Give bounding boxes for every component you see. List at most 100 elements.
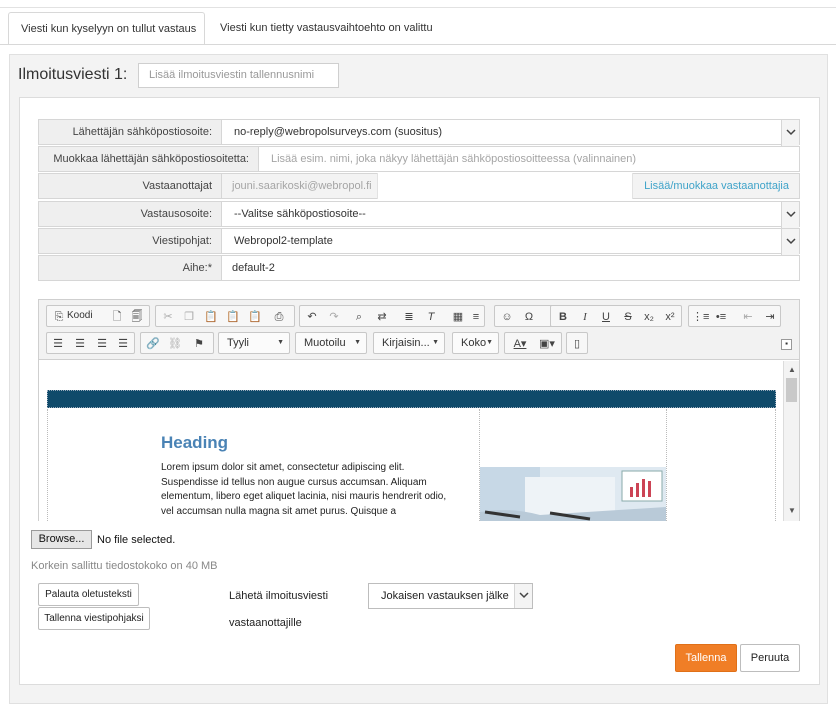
source-icon[interactable]: ⎘: [51, 309, 67, 325]
horizontal-line-icon[interactable]: ≡: [468, 309, 484, 325]
print-icon[interactable]: ⎙: [271, 309, 287, 325]
send-notification-label-2: vastaanottajille: [229, 617, 302, 629]
collapse-toolbar-icon[interactable]: ▪: [781, 339, 792, 350]
redo-icon[interactable]: ↷: [326, 309, 342, 325]
edit-sender-row: Muokkaa lähettäjän sähköpostiosoitetta: …: [38, 146, 800, 172]
edit-sender-label: Muokkaa lähettäjän sähköpostiosoitetta:: [38, 146, 259, 172]
template-select[interactable]: Webropol2-template: [221, 228, 800, 255]
remove-format-icon[interactable]: T: [423, 309, 439, 325]
strikethrough-icon[interactable]: S: [620, 309, 636, 325]
paste-text-icon[interactable]: 📋: [225, 309, 241, 325]
paste-icon[interactable]: 📋: [203, 309, 219, 325]
align-right-icon[interactable]: ☰: [94, 336, 110, 352]
subject-input[interactable]: default-2: [221, 255, 800, 281]
undo-icon[interactable]: ↶: [304, 309, 320, 325]
notification-title: Ilmoitusviesti 1:: [18, 66, 128, 83]
browse-button[interactable]: Browse...: [31, 530, 92, 549]
format-combo[interactable]: Muotoilu ▼: [295, 332, 367, 354]
style-combo[interactable]: Tyyli ▼: [218, 332, 290, 354]
reply-select[interactable]: --Valitse sähköpostiosoite--: [221, 201, 800, 228]
anchor-flag-icon[interactable]: ⚑: [191, 336, 207, 352]
save-button[interactable]: Tallenna: [675, 644, 737, 672]
subject-label: Aihe:*: [38, 255, 222, 281]
toolbar-group-editing: ↶ ↷ ⌕ ⇄ ≣ T ▦ ≡: [299, 305, 485, 327]
indent-icon[interactable]: ⇥: [762, 309, 778, 325]
sender-row: Lähettäjän sähköpostiosoite: no-reply@we…: [38, 119, 800, 146]
chevron-down-icon[interactable]: [514, 584, 532, 608]
reply-label: Vastausosoite:: [38, 201, 222, 227]
scroll-up-icon[interactable]: ▲: [788, 365, 796, 374]
text-color-icon[interactable]: A▾: [508, 336, 532, 352]
sender-select[interactable]: no-reply@webropolsurveys.com (suositus): [221, 119, 800, 146]
unlink-icon[interactable]: ⛓: [167, 336, 183, 352]
link-icon[interactable]: 🔗: [145, 336, 161, 352]
replace-icon[interactable]: ⇄: [374, 309, 390, 325]
editor-scrollbar[interactable]: ▲ ▼: [783, 361, 799, 521]
caret-down-icon: ▼: [486, 339, 493, 346]
outdent-icon[interactable]: ⇤: [740, 309, 756, 325]
scrollbar-thumb[interactable]: [786, 378, 797, 402]
rich-text-editor: ⎘ Koodi 🗋 🗐 ✂ ❐ 📋 📋 📋 ⎙ ↶ ↷ ⌕ ⇄ ≣ T ▦ ≡ …: [38, 299, 800, 521]
select-all-icon[interactable]: ≣: [401, 309, 417, 325]
editor-toolbar: ⎘ Koodi 🗋 🗐 ✂ ❐ 📋 📋 📋 ⎙ ↶ ↷ ⌕ ⇄ ≣ T ▦ ≡ …: [39, 300, 799, 360]
background-color-icon[interactable]: ▣▾: [535, 336, 559, 352]
scroll-down-icon[interactable]: ▼: [788, 506, 796, 515]
subject-row: Aihe:* default-2: [38, 255, 800, 281]
toolbar-group-tools: ▯: [566, 332, 588, 354]
subscript-icon[interactable]: x₂: [641, 309, 657, 325]
bold-icon[interactable]: B: [555, 309, 571, 325]
format-combo-label: Muotoilu: [304, 337, 346, 349]
cancel-button[interactable]: Peruuta: [740, 644, 800, 672]
chevron-down-icon[interactable]: [781, 202, 799, 228]
toolbar-group-links: 🔗 ⛓ ⚑: [140, 332, 214, 354]
edit-recipients-link[interactable]: Lisää/muokkaa vastaanottajia: [644, 174, 789, 198]
tab-option-selected[interactable]: Viesti kun tietty vastausvaihtoehto on v…: [208, 12, 445, 45]
numbered-list-icon[interactable]: ⋮≡: [692, 309, 709, 325]
underline-icon[interactable]: U: [598, 309, 614, 325]
reply-row: Vastausosoite: --Valitse sähköpostiosoit…: [38, 201, 800, 228]
sender-value: no-reply@webropolsurveys.com (suositus): [234, 126, 443, 138]
save-as-template-button[interactable]: Tallenna viestipohjaksi: [38, 607, 150, 630]
superscript-icon[interactable]: x²: [662, 309, 678, 325]
tab-divider: [0, 44, 836, 45]
font-combo-label: Kirjaisin...: [382, 337, 430, 349]
restore-default-button[interactable]: Palauta oletusteksti: [38, 583, 139, 606]
column-divider: [666, 409, 667, 521]
find-icon[interactable]: ⌕: [351, 309, 367, 325]
top-divider: [0, 7, 836, 8]
align-left-icon[interactable]: ☰: [50, 336, 66, 352]
recipients-field: jouni.saarikoski@webropol.fi Lisää/muokk…: [221, 173, 800, 199]
caret-down-icon: ▼: [432, 339, 439, 346]
edit-sender-input[interactable]: Lisää esim. nimi, joka näkyy lähettäjän …: [258, 146, 800, 172]
cut-icon[interactable]: ✂: [160, 309, 176, 325]
editor-content[interactable]: Heading Lorem ipsum dolor sit amet, cons…: [39, 361, 783, 521]
style-combo-label: Tyyli: [227, 337, 249, 349]
smiley-icon[interactable]: ☺: [499, 309, 515, 325]
toolbar-group-basic-styles: B I U S x₂ x²: [550, 305, 682, 327]
preview-icon[interactable]: 🗐: [129, 309, 145, 325]
toolbar-group-colors: A▾ ▣▾: [504, 332, 562, 354]
recipients-value: jouni.saarikoski@webropol.fi: [232, 180, 372, 192]
templates-icon[interactable]: ▯: [569, 336, 585, 352]
size-combo[interactable]: Koko ▼: [452, 332, 499, 354]
source-button-label[interactable]: Koodi: [67, 306, 93, 326]
italic-icon[interactable]: I: [577, 309, 593, 325]
font-combo[interactable]: Kirjaisin... ▼: [373, 332, 445, 354]
notification-name-input[interactable]: Lisää ilmoitusviestin tallennusnimi: [138, 63, 339, 88]
chevron-down-icon[interactable]: [781, 229, 799, 255]
file-status: No file selected.: [97, 534, 176, 546]
chevron-down-icon[interactable]: [781, 120, 799, 146]
paste-word-icon[interactable]: 📋: [247, 309, 263, 325]
copy-icon[interactable]: ❐: [181, 309, 197, 325]
new-page-icon[interactable]: 🗋: [109, 309, 125, 325]
table-icon[interactable]: ▦: [450, 309, 466, 325]
special-char-icon[interactable]: Ω: [521, 309, 537, 325]
align-center-icon[interactable]: ☰: [72, 336, 88, 352]
tab-response-received[interactable]: Viesti kun kyselyyn on tullut vastaus: [8, 12, 205, 45]
content-heading: Heading: [161, 433, 229, 452]
toolbar-group-document: ⎘ Koodi 🗋 🗐: [46, 305, 150, 327]
bulleted-list-icon[interactable]: •≡: [713, 309, 729, 325]
justify-icon[interactable]: ☰: [115, 336, 131, 352]
send-frequency-select[interactable]: Jokaisen vastauksen jälke: [368, 583, 533, 609]
send-frequency-value: Jokaisen vastauksen jälke: [381, 590, 509, 602]
